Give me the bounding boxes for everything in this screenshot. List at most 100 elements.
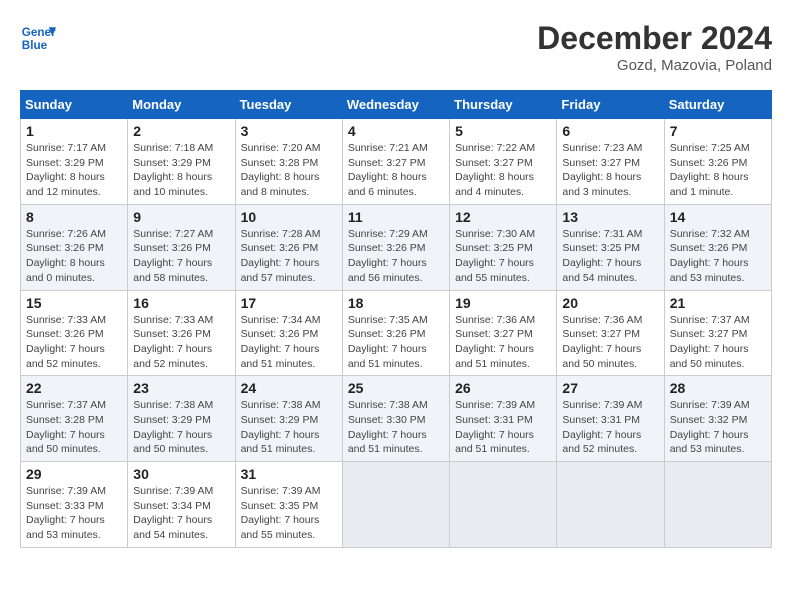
day-header-thursday: Thursday xyxy=(450,91,557,119)
day-number: 8 xyxy=(26,209,122,225)
day-header-row: SundayMondayTuesdayWednesdayThursdayFrid… xyxy=(21,91,772,119)
day-info: Sunrise: 7:21 AM Sunset: 3:27 PM Dayligh… xyxy=(348,141,444,200)
day-number: 4 xyxy=(348,123,444,139)
calendar-cell xyxy=(342,462,449,548)
day-number: 7 xyxy=(670,123,766,139)
day-info: Sunrise: 7:37 AM Sunset: 3:27 PM Dayligh… xyxy=(670,313,766,372)
calendar-cell: 1Sunrise: 7:17 AM Sunset: 3:29 PM Daylig… xyxy=(21,119,128,205)
day-info: Sunrise: 7:27 AM Sunset: 3:26 PM Dayligh… xyxy=(133,227,229,286)
calendar-cell: 16 Sunrise: 7:33 AM Sunset: 3:26 PM Dayli… xyxy=(128,290,235,376)
calendar-cell: 31 Sunrise: 7:39 AM Sunset: 3:35 PM Dayli… xyxy=(235,462,342,548)
day-info: Sunrise: 7:30 AM Sunset: 3:25 PM Dayligh… xyxy=(455,227,551,286)
week-row-3: 15 Sunrise: 7:33 AM Sunset: 3:26 PM Dayli… xyxy=(21,290,772,376)
calendar-cell xyxy=(664,462,771,548)
day-number: 2 xyxy=(133,123,229,139)
week-row-4: 22Sunrise: 7:37 AM Sunset: 3:28 PM Dayli… xyxy=(21,376,772,462)
day-info: Sunrise: 7:23 AM Sunset: 3:27 PM Dayligh… xyxy=(562,141,658,200)
calendar-cell: 3 Sunrise: 7:20 AM Sunset: 3:28 PM Daylig… xyxy=(235,119,342,205)
day-header-sunday: Sunday xyxy=(21,91,128,119)
day-info: Sunrise: 7:18 AM Sunset: 3:29 PM Dayligh… xyxy=(133,141,229,200)
day-number: 31 xyxy=(241,466,337,482)
title-block: December 2024 Gozd, Mazovia, Poland xyxy=(537,20,772,74)
page-header: General Blue December 2024 Gozd, Mazovia… xyxy=(20,20,772,74)
calendar-cell: 14Sunrise: 7:32 AM Sunset: 3:26 PM Dayli… xyxy=(664,204,771,290)
logo-icon: General Blue xyxy=(20,20,56,56)
calendar-cell: 15Sunrise: 7:33 AM Sunset: 3:26 PM Dayli… xyxy=(21,290,128,376)
day-header-monday: Monday xyxy=(128,91,235,119)
day-info: Sunrise: 7:39 AM Sunset: 3:31 PM Dayligh… xyxy=(562,398,658,457)
day-number: 28 xyxy=(670,380,766,396)
calendar-cell: 4 Sunrise: 7:21 AM Sunset: 3:27 PM Daylig… xyxy=(342,119,449,205)
calendar-header: SundayMondayTuesdayWednesdayThursdayFrid… xyxy=(21,91,772,119)
day-info: Sunrise: 7:36 AM Sunset: 3:27 PM Dayligh… xyxy=(455,313,551,372)
calendar-body: 1Sunrise: 7:17 AM Sunset: 3:29 PM Daylig… xyxy=(21,119,772,548)
day-info: Sunrise: 7:34 AM Sunset: 3:26 PM Dayligh… xyxy=(241,313,337,372)
calendar-cell: 5 Sunrise: 7:22 AM Sunset: 3:27 PM Daylig… xyxy=(450,119,557,205)
calendar-cell: 27 Sunrise: 7:39 AM Sunset: 3:31 PM Dayli… xyxy=(557,376,664,462)
day-info: Sunrise: 7:39 AM Sunset: 3:35 PM Dayligh… xyxy=(241,484,337,543)
day-header-wednesday: Wednesday xyxy=(342,91,449,119)
calendar-cell: 17 Sunrise: 7:34 AM Sunset: 3:26 PM Dayli… xyxy=(235,290,342,376)
day-number: 5 xyxy=(455,123,551,139)
day-header-saturday: Saturday xyxy=(664,91,771,119)
calendar-cell: 9 Sunrise: 7:27 AM Sunset: 3:26 PM Daylig… xyxy=(128,204,235,290)
day-number: 26 xyxy=(455,380,551,396)
day-info: Sunrise: 7:25 AM Sunset: 3:26 PM Dayligh… xyxy=(670,141,766,200)
calendar-cell: 18Sunrise: 7:35 AM Sunset: 3:26 PM Dayli… xyxy=(342,290,449,376)
day-header-tuesday: Tuesday xyxy=(235,91,342,119)
day-number: 24 xyxy=(241,380,337,396)
calendar-cell: 29 Sunrise: 7:39 AM Sunset: 3:33 PM Dayli… xyxy=(21,462,128,548)
day-info: Sunrise: 7:31 AM Sunset: 3:25 PM Dayligh… xyxy=(562,227,658,286)
day-number: 9 xyxy=(133,209,229,225)
day-info: Sunrise: 7:38 AM Sunset: 3:29 PM Dayligh… xyxy=(133,398,229,457)
calendar-cell: 19 Sunrise: 7:36 AM Sunset: 3:27 PM Dayli… xyxy=(450,290,557,376)
day-info: Sunrise: 7:29 AM Sunset: 3:26 PM Dayligh… xyxy=(348,227,444,286)
calendar-cell: 28Sunrise: 7:39 AM Sunset: 3:32 PM Dayli… xyxy=(664,376,771,462)
day-number: 29 xyxy=(26,466,122,482)
day-info: Sunrise: 7:28 AM Sunset: 3:26 PM Dayligh… xyxy=(241,227,337,286)
calendar-cell: 6 Sunrise: 7:23 AM Sunset: 3:27 PM Daylig… xyxy=(557,119,664,205)
calendar-cell: 25 Sunrise: 7:38 AM Sunset: 3:30 PM Dayli… xyxy=(342,376,449,462)
day-info: Sunrise: 7:32 AM Sunset: 3:26 PM Dayligh… xyxy=(670,227,766,286)
day-info: Sunrise: 7:39 AM Sunset: 3:33 PM Dayligh… xyxy=(26,484,122,543)
calendar-cell xyxy=(557,462,664,548)
calendar-title: December 2024 xyxy=(537,20,772,57)
day-info: Sunrise: 7:38 AM Sunset: 3:30 PM Dayligh… xyxy=(348,398,444,457)
day-number: 30 xyxy=(133,466,229,482)
day-number: 13 xyxy=(562,209,658,225)
day-info: Sunrise: 7:17 AM Sunset: 3:29 PM Dayligh… xyxy=(26,141,122,200)
day-info: Sunrise: 7:26 AM Sunset: 3:26 PM Dayligh… xyxy=(26,227,122,286)
calendar-cell: 26 Sunrise: 7:39 AM Sunset: 3:31 PM Dayli… xyxy=(450,376,557,462)
day-number: 17 xyxy=(241,295,337,311)
week-row-5: 29 Sunrise: 7:39 AM Sunset: 3:33 PM Dayli… xyxy=(21,462,772,548)
day-number: 15 xyxy=(26,295,122,311)
day-number: 21 xyxy=(670,295,766,311)
day-header-friday: Friday xyxy=(557,91,664,119)
calendar-cell: 7 Sunrise: 7:25 AM Sunset: 3:26 PM Daylig… xyxy=(664,119,771,205)
day-number: 27 xyxy=(562,380,658,396)
day-info: Sunrise: 7:39 AM Sunset: 3:34 PM Dayligh… xyxy=(133,484,229,543)
day-number: 12 xyxy=(455,209,551,225)
day-number: 20 xyxy=(562,295,658,311)
day-info: Sunrise: 7:37 AM Sunset: 3:28 PM Dayligh… xyxy=(26,398,122,457)
calendar-table: SundayMondayTuesdayWednesdayThursdayFrid… xyxy=(20,90,772,548)
day-info: Sunrise: 7:33 AM Sunset: 3:26 PM Dayligh… xyxy=(133,313,229,372)
day-number: 10 xyxy=(241,209,337,225)
day-number: 19 xyxy=(455,295,551,311)
day-info: Sunrise: 7:20 AM Sunset: 3:28 PM Dayligh… xyxy=(241,141,337,200)
day-number: 23 xyxy=(133,380,229,396)
day-number: 6 xyxy=(562,123,658,139)
logo: General Blue xyxy=(20,20,56,56)
week-row-1: 1Sunrise: 7:17 AM Sunset: 3:29 PM Daylig… xyxy=(21,119,772,205)
calendar-cell: 8 Sunrise: 7:26 AM Sunset: 3:26 PM Daylig… xyxy=(21,204,128,290)
calendar-cell: 13 Sunrise: 7:31 AM Sunset: 3:25 PM Dayli… xyxy=(557,204,664,290)
day-number: 16 xyxy=(133,295,229,311)
day-info: Sunrise: 7:39 AM Sunset: 3:31 PM Dayligh… xyxy=(455,398,551,457)
day-number: 25 xyxy=(348,380,444,396)
day-info: Sunrise: 7:35 AM Sunset: 3:26 PM Dayligh… xyxy=(348,313,444,372)
calendar-cell: 10 Sunrise: 7:28 AM Sunset: 3:26 PM Dayli… xyxy=(235,204,342,290)
calendar-cell: 20Sunrise: 7:36 AM Sunset: 3:27 PM Dayli… xyxy=(557,290,664,376)
calendar-cell: 24Sunrise: 7:38 AM Sunset: 3:29 PM Dayli… xyxy=(235,376,342,462)
day-info: Sunrise: 7:22 AM Sunset: 3:27 PM Dayligh… xyxy=(455,141,551,200)
day-number: 3 xyxy=(241,123,337,139)
